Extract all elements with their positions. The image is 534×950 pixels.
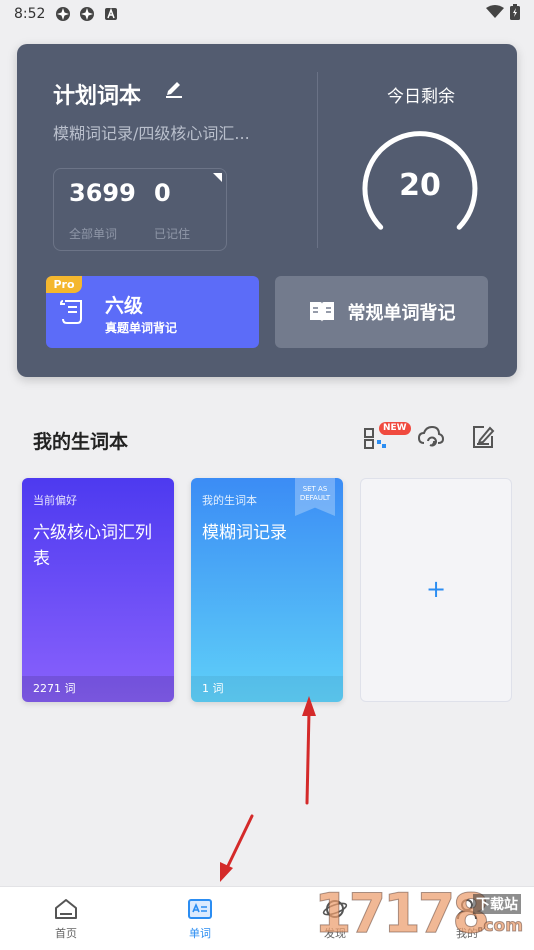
watermark-chinese: 下载站 [473, 894, 521, 914]
wordbook-tag: 当前偏好 [33, 494, 77, 507]
plan-title[interactable]: 计划词本 [53, 78, 141, 110]
words-icon [188, 899, 212, 919]
wordbook-name: 模糊词记录 [202, 523, 287, 543]
total-words-count: 3699 [69, 179, 136, 207]
site-watermark: 17178 下载站 .com [312, 882, 534, 950]
arrow-up-shaft [305, 710, 311, 805]
arrow-down-shaft [225, 814, 254, 870]
remembered-count: 0 [154, 179, 171, 207]
status-time: 8:52 [14, 6, 46, 22]
ribbon-line1: SET AS [302, 485, 328, 493]
wordbooks-section-title: 我的生词本 [33, 431, 129, 453]
cet6-exam-button[interactable]: Pro 六级 真题单词背记 [46, 276, 259, 348]
remembered-label: 已记住 [154, 227, 191, 241]
note-edit-icon[interactable] [470, 424, 496, 450]
add-wordbook-card[interactable]: + [360, 478, 512, 702]
wifi-icon [486, 5, 504, 23]
pro-badge: Pro [46, 276, 82, 293]
cloud-sync-icon[interactable] [417, 424, 445, 450]
tab-words-label: 单词 [189, 927, 211, 940]
new-badge: NEW [379, 422, 411, 435]
wordbook-card-cet6[interactable]: 当前偏好 六级核心词汇列表 2271 词 [22, 478, 174, 702]
wordbook-tag: 我的生词本 [202, 494, 257, 507]
watermark-digits: 17178 [314, 882, 491, 946]
tab-home-label: 首页 [55, 927, 77, 940]
today-remaining-label: 今日剩余 [387, 87, 455, 107]
word-stats-box[interactable]: 3699 全部单词 0 已记住 [53, 168, 227, 251]
wordbook-count: 1 词 [191, 676, 343, 702]
plus-icon: + [425, 575, 447, 603]
today-remaining-count: 20 [399, 168, 441, 203]
regular-memorize-label: 常规单词背记 [347, 303, 456, 324]
cet6-subtitle: 真题单词背记 [105, 321, 178, 335]
status-bar: 8:52 [0, 0, 534, 28]
app-notification-icon [55, 6, 71, 22]
tab-home[interactable]: 首页 [36, 897, 96, 941]
regular-memorize-button[interactable]: 常规单词背记 [275, 276, 488, 348]
cet6-title: 六级 [105, 295, 144, 317]
home-icon [55, 899, 77, 919]
arrow-down-head [220, 862, 233, 882]
total-words-label: 全部单词 [69, 227, 118, 241]
wordbook-card-fuzzy[interactable]: 我的生词本 SET AS DEFAULT 模糊词记录 1 词 [191, 478, 343, 702]
app-notification-icon [79, 6, 95, 22]
scroll-icon [60, 300, 82, 324]
wordbook-count: 2271 词 [22, 676, 174, 702]
plan-card: 计划词本 模糊词记录/四级核心词汇... 3699 全部单词 0 已记住 今日剩… [17, 44, 517, 377]
plan-subtitle: 模糊词记录/四级核心词汇... [53, 124, 250, 143]
corner-mark [213, 173, 222, 182]
divider [317, 72, 318, 248]
text-notification-icon [103, 6, 119, 22]
open-book-icon [309, 302, 334, 322]
set-default-ribbon[interactable]: SET AS DEFAULT [295, 478, 335, 516]
ribbon-line2: DEFAULT [299, 494, 331, 502]
tab-words[interactable]: 单词 [170, 897, 230, 941]
edit-icon[interactable] [163, 78, 185, 100]
battery-icon [510, 4, 520, 24]
wordbook-name: 六级核心词汇列表 [33, 523, 152, 569]
watermark-com: .com [477, 916, 524, 937]
